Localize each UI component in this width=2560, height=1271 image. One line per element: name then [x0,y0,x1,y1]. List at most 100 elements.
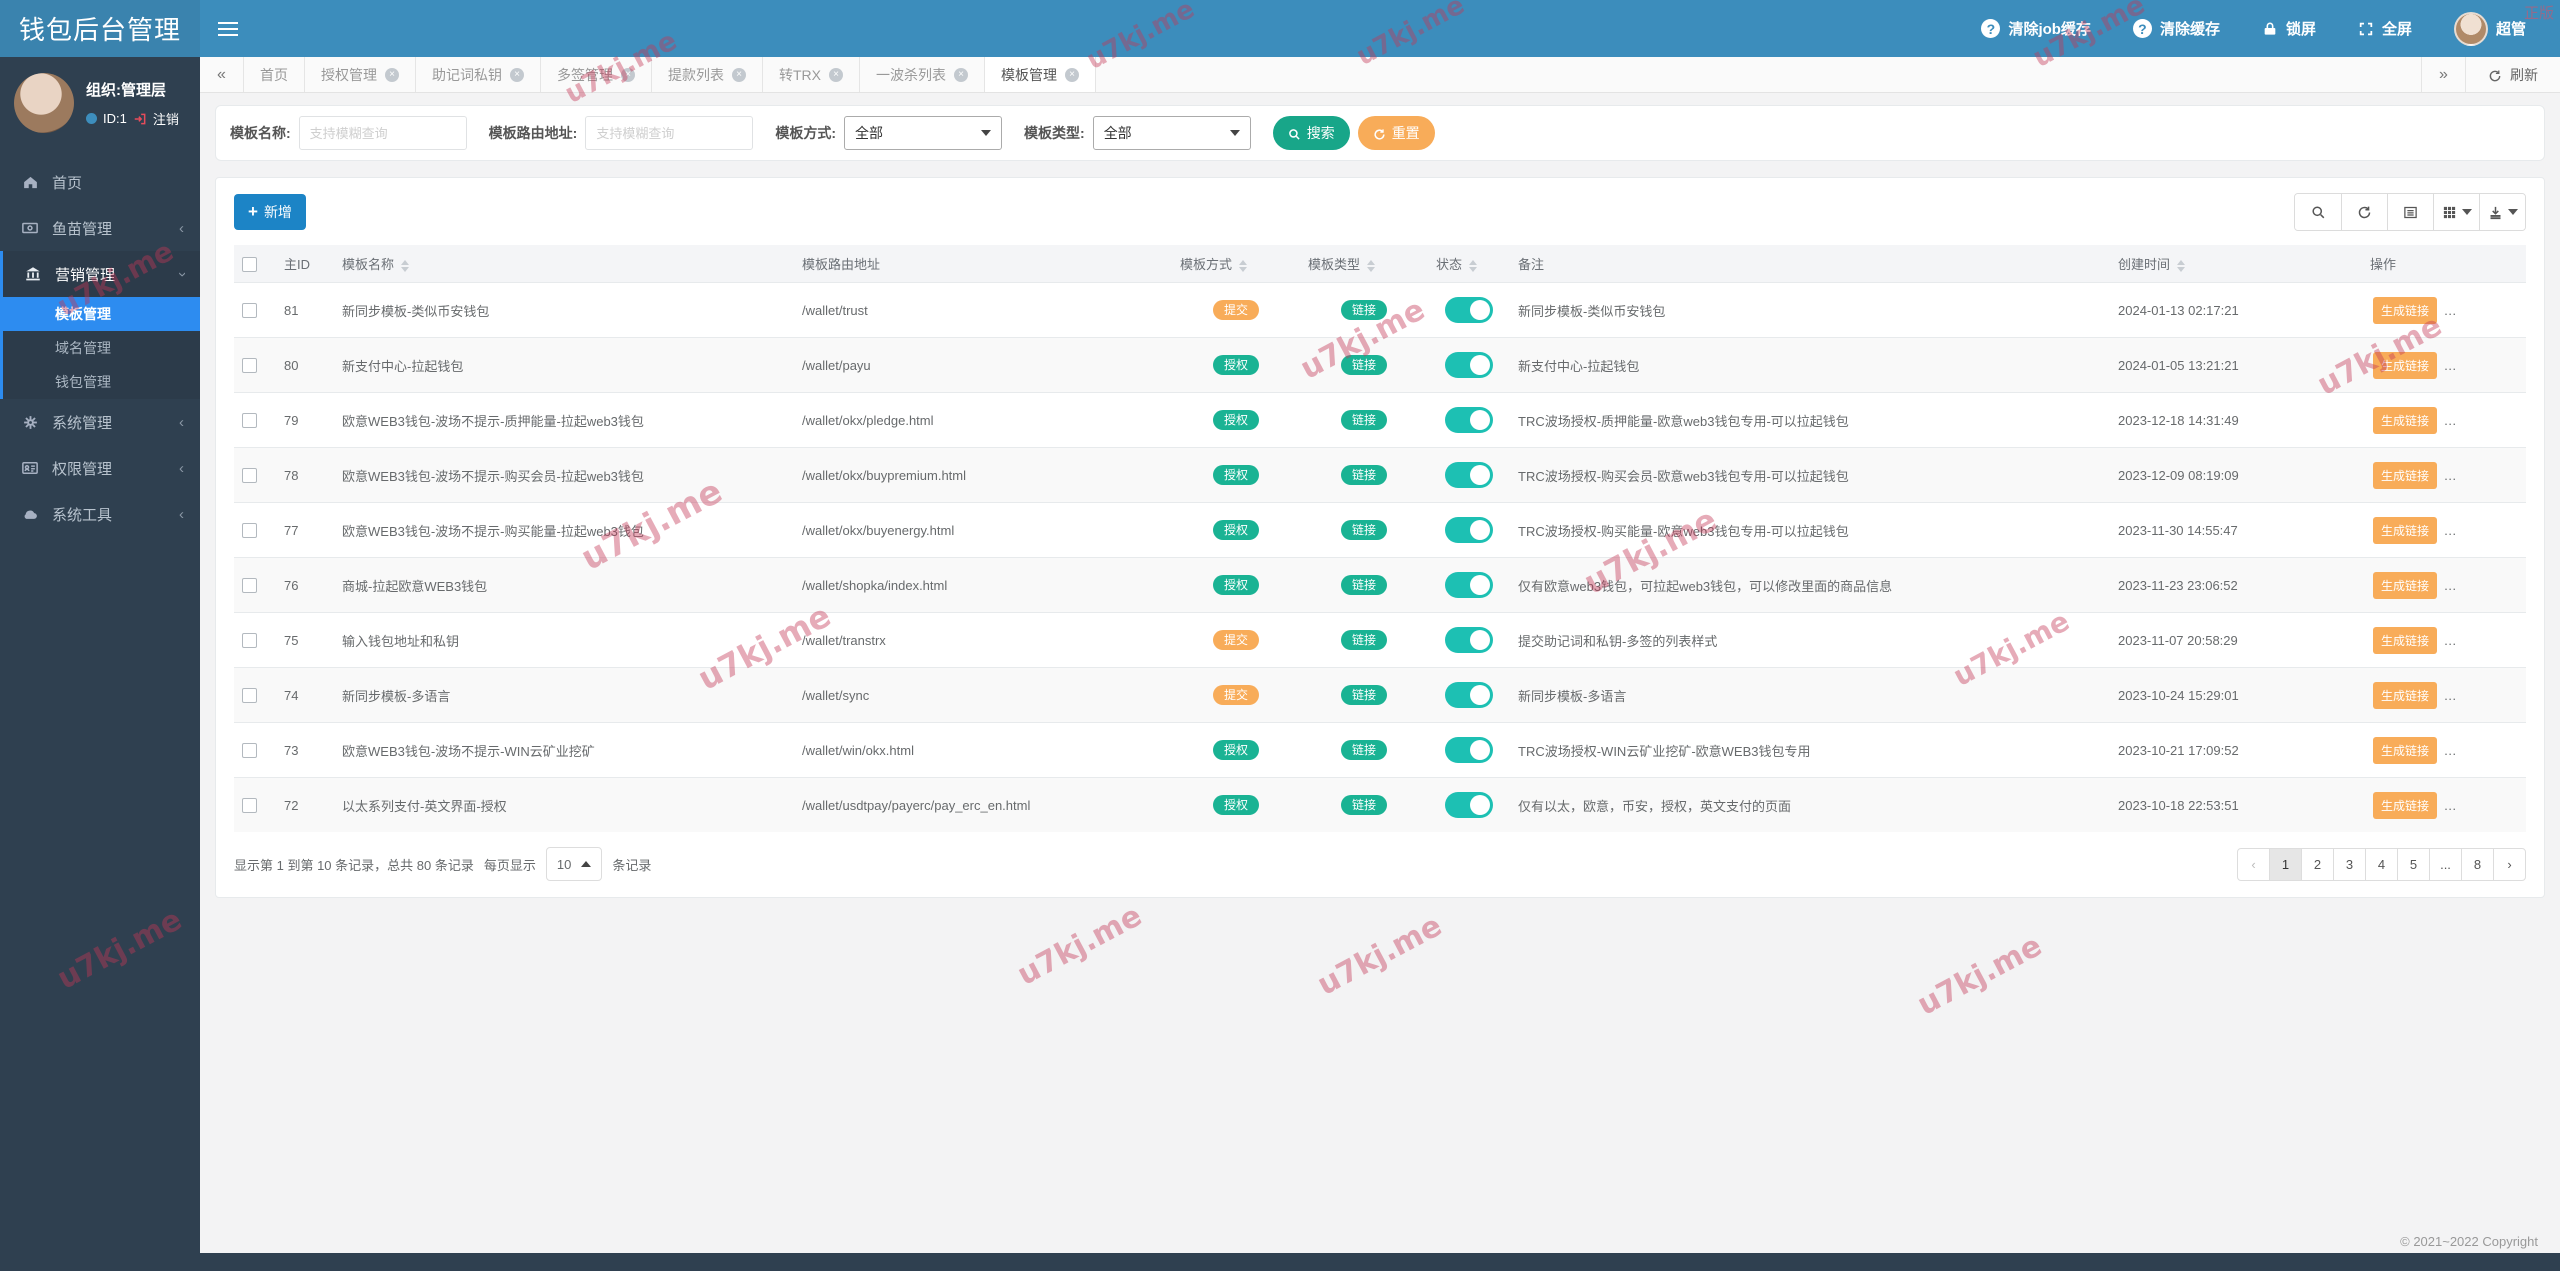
page-size-select[interactable]: 10 [546,847,602,881]
generate-link-button[interactable]: 生成链接 [2373,517,2437,544]
edit-button[interactable]: 编辑 [2447,571,2502,598]
page-button-‹[interactable]: ‹ [2237,848,2270,881]
sort-icon[interactable] [1469,260,1477,272]
delete-button[interactable]: ×删除 [2511,517,2526,544]
column-name[interactable]: 模板名称 [334,245,794,283]
edit-button[interactable]: 编辑 [2447,516,2502,543]
delete-button[interactable]: ×删除 [2511,462,2526,489]
delete-button[interactable]: ×删除 [2511,297,2526,324]
sidebar-item-wallet-management[interactable]: 钱包管理 [3,365,200,399]
delete-button[interactable]: ×删除 [2511,572,2526,599]
tab-mnemonic[interactable]: 助记词私钥× [416,57,541,92]
sidebar-item-system-management[interactable]: 系统管理 ‹ [0,399,200,445]
fullscreen-button[interactable]: 全屏 [2358,18,2412,39]
delete-button[interactable]: ×删除 [2511,352,2526,379]
tab-authorization[interactable]: 授权管理× [305,57,416,92]
row-checkbox[interactable] [242,413,257,428]
status-toggle[interactable] [1445,792,1493,818]
generate-link-button[interactable]: 生成链接 [2373,792,2437,819]
sort-icon[interactable] [1367,260,1375,272]
status-toggle[interactable] [1445,737,1493,763]
edit-button[interactable]: 编辑 [2447,681,2502,708]
table-view-toggle-button[interactable] [2387,194,2433,230]
template-name-input[interactable] [299,116,467,150]
close-icon[interactable]: × [1065,68,1079,82]
generate-link-button[interactable]: 生成链接 [2373,407,2437,434]
template-type-select[interactable]: 全部 [1093,116,1251,150]
sidebar-item-marketing[interactable]: 营销管理 ‹ [3,251,200,297]
row-checkbox[interactable] [242,468,257,483]
status-toggle[interactable] [1445,297,1493,323]
column-status[interactable]: 状态 [1428,245,1510,283]
page-button-›[interactable]: › [2493,848,2526,881]
page-button-4[interactable]: 4 [2365,848,2398,881]
generate-link-button[interactable]: 生成链接 [2373,462,2437,489]
page-button-2[interactable]: 2 [2301,848,2334,881]
delete-button[interactable]: ×删除 [2511,627,2526,654]
sort-icon[interactable] [1239,260,1247,272]
logout-button[interactable]: 注销 [153,109,179,128]
close-icon[interactable]: × [621,68,635,82]
reset-button[interactable]: 重置 [1358,116,1435,150]
delete-button[interactable]: ×删除 [2511,682,2526,709]
close-icon[interactable]: × [510,68,524,82]
template-route-input[interactable] [585,116,753,150]
page-button-3[interactable]: 3 [2333,848,2366,881]
sort-icon[interactable] [401,260,409,272]
select-all-checkbox[interactable] [242,257,257,272]
row-checkbox[interactable] [242,798,257,813]
tabs-scroll-right-button[interactable]: » [2421,57,2465,92]
tabs-scroll-left-button[interactable]: « [200,57,244,92]
tab-withdraw-list[interactable]: 提款列表× [652,57,763,92]
status-toggle[interactable] [1445,462,1493,488]
sidebar-item-permission-management[interactable]: 权限管理 ‹ [0,445,200,491]
tab-refresh-button[interactable]: 刷新 [2465,57,2560,92]
table-refresh-button[interactable] [2341,194,2387,230]
sidebar-item-template-management[interactable]: 模板管理 [3,297,200,331]
template-method-select[interactable]: 全部 [844,116,1002,150]
add-button[interactable]: + 新增 [234,194,306,230]
sidebar-item-domain-management[interactable]: 域名管理 [3,331,200,365]
table-search-button[interactable] [2295,194,2341,230]
edit-button[interactable]: 编辑 [2447,351,2502,378]
row-checkbox[interactable] [242,523,257,538]
column-method[interactable]: 模板方式 [1172,245,1300,283]
close-icon[interactable]: × [732,68,746,82]
row-checkbox[interactable] [242,303,257,318]
generate-link-button[interactable]: 生成链接 [2373,297,2437,324]
lock-screen-button[interactable]: 锁屏 [2262,18,2316,39]
status-toggle[interactable] [1445,517,1493,543]
status-toggle[interactable] [1445,572,1493,598]
page-button-1[interactable]: 1 [2269,848,2302,881]
edit-button[interactable]: 编辑 [2447,791,2502,818]
generate-link-button[interactable]: 生成链接 [2373,572,2437,599]
edit-button[interactable]: 编辑 [2447,461,2502,488]
row-checkbox[interactable] [242,743,257,758]
sidebar-item-fish-management[interactable]: 鱼苗管理 ‹ [0,205,200,251]
search-button[interactable]: 搜索 [1273,116,1350,150]
tab-template-management[interactable]: 模板管理× [985,57,1096,92]
column-created[interactable]: 创建时间 [2110,245,2362,283]
sort-icon[interactable] [2177,260,2185,272]
table-columns-button[interactable] [2433,194,2479,230]
sidebar-item-system-tools[interactable]: 系统工具 ‹ [0,491,200,537]
delete-button[interactable]: ×删除 [2511,737,2526,764]
row-checkbox[interactable] [242,578,257,593]
tab-transfer-trx[interactable]: 转TRX× [763,57,860,92]
edit-button[interactable]: 编辑 [2447,406,2502,433]
table-export-button[interactable] [2479,194,2525,230]
column-type[interactable]: 模板类型 [1300,245,1428,283]
status-toggle[interactable] [1445,627,1493,653]
status-toggle[interactable] [1445,352,1493,378]
close-icon[interactable]: × [954,68,968,82]
row-checkbox[interactable] [242,633,257,648]
tab-home[interactable]: 首页 [244,57,305,92]
sidebar-item-home[interactable]: 首页 [0,159,200,205]
close-icon[interactable]: × [385,68,399,82]
generate-link-button[interactable]: 生成链接 [2373,627,2437,654]
delete-button[interactable]: ×删除 [2511,407,2526,434]
edit-button[interactable]: 编辑 [2447,296,2502,323]
page-button-...[interactable]: ... [2429,848,2462,881]
edit-button[interactable]: 编辑 [2447,736,2502,763]
clear-cache-button[interactable]: ? 清除缓存 [2133,18,2220,39]
